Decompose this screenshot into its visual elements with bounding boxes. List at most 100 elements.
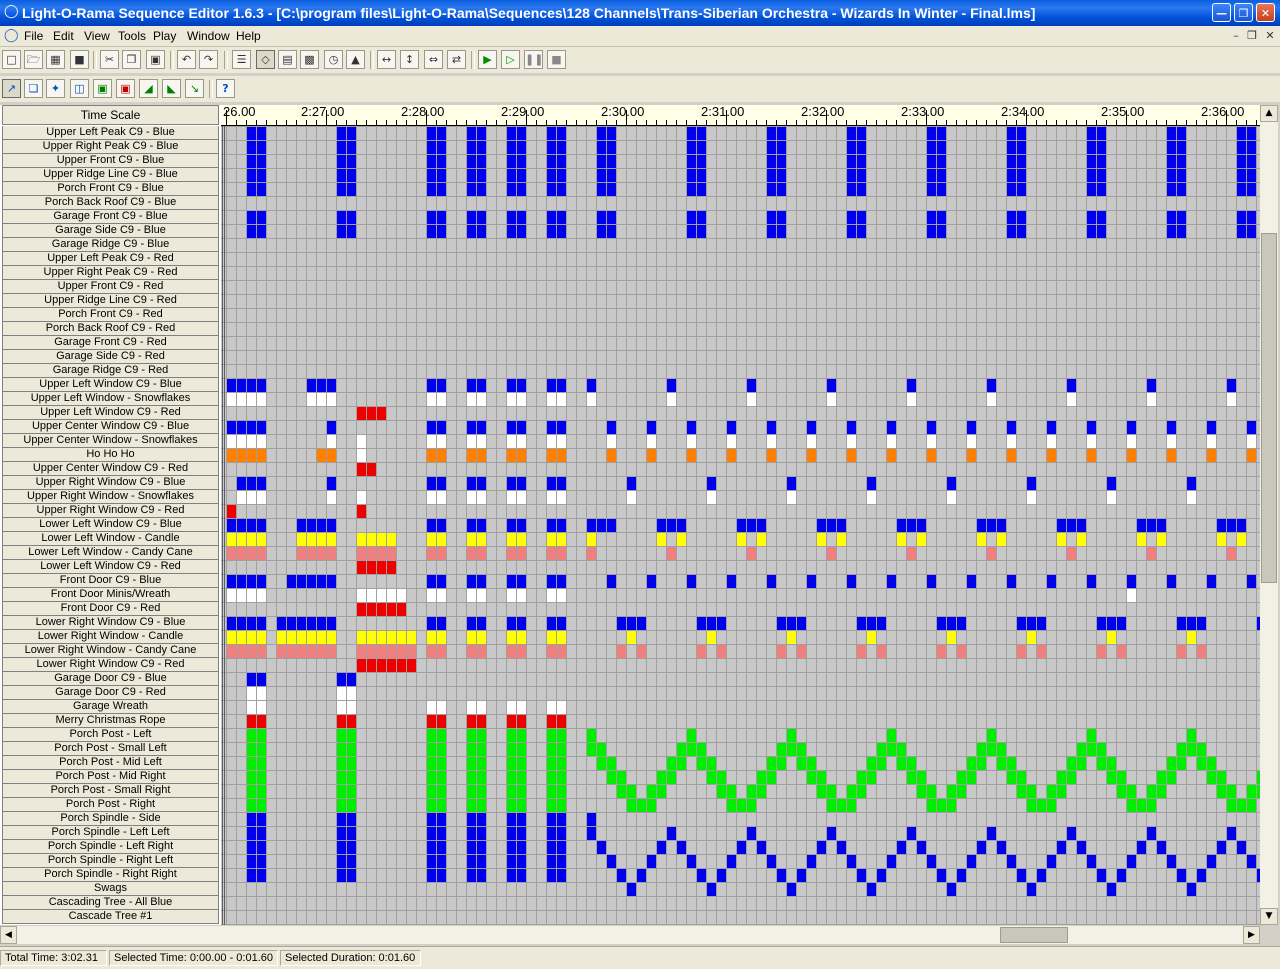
- minimize-button[interactable]: —: [1212, 3, 1231, 22]
- channel-row[interactable]: Cascade Tree #1: [2, 910, 219, 924]
- time-ruler[interactable]: 26.00 2:27.00 2:28.00 2:29.00 2:30.00 2:31.00…: [221, 105, 1260, 126]
- disabled-icon[interactable]: ■: [70, 50, 89, 69]
- channel-row[interactable]: Porch Post - Mid Left: [2, 756, 219, 770]
- channel-row[interactable]: Upper Center Window C9 - Blue: [2, 420, 219, 434]
- open-folder-icon[interactable]: 🗁: [24, 50, 43, 69]
- menu-window[interactable]: Window: [187, 29, 230, 43]
- mdi-close-button[interactable]: ✕: [1262, 29, 1278, 43]
- channel-row[interactable]: Upper Left Peak C9 - Blue: [2, 126, 219, 140]
- channel-row[interactable]: Porch Spindle - Right Right: [2, 868, 219, 882]
- channel-row[interactable]: Ho Ho Ho: [2, 448, 219, 462]
- sequence-grid[interactable]: [221, 126, 1260, 925]
- channel-row[interactable]: Porch Post - Left: [2, 728, 219, 742]
- scroll-left-button[interactable]: ◀: [0, 926, 17, 944]
- zoom-in-icon[interactable]: ↔: [377, 50, 396, 69]
- channel-row[interactable]: Garage Ridge C9 - Blue: [2, 238, 219, 252]
- channel-row[interactable]: Porch Front C9 - Blue: [2, 182, 219, 196]
- channel-row[interactable]: Garage Front C9 - Blue: [2, 210, 219, 224]
- close-button[interactable]: ✕: [1256, 3, 1275, 22]
- mdi-minimize-button[interactable]: –: [1228, 29, 1244, 43]
- pause-icon[interactable]: ❚❚: [524, 50, 543, 69]
- channel-row[interactable]: Porch Back Roof C9 - Blue: [2, 196, 219, 210]
- vertical-scrollbar[interactable]: ▲ ▼: [1260, 105, 1278, 925]
- channel-row[interactable]: Porch Spindle - Side: [2, 812, 219, 826]
- channel-row[interactable]: Porch Post - Small Right: [2, 784, 219, 798]
- menu-help[interactable]: Help: [236, 29, 261, 43]
- mdi-restore-button[interactable]: ❐: [1244, 29, 1260, 43]
- undo-icon[interactable]: ↶: [177, 50, 196, 69]
- channel-row[interactable]: Lower Right Window - Candle: [2, 630, 219, 644]
- channel-row[interactable]: Upper Right Peak C9 - Blue: [2, 140, 219, 154]
- tree-icon[interactable]: ▲: [346, 50, 365, 69]
- new-file-icon[interactable]: □: [2, 50, 21, 69]
- play-icon[interactable]: ▶: [478, 50, 497, 69]
- channel-row[interactable]: Porch Back Roof C9 - Red: [2, 322, 219, 336]
- scroll-down-button[interactable]: ▼: [1260, 908, 1278, 925]
- channel-row[interactable]: Upper Ridge Line C9 - Red: [2, 294, 219, 308]
- channel-row[interactable]: Upper Left Window C9 - Blue: [2, 378, 219, 392]
- scroll-right-button[interactable]: ▶: [1243, 926, 1260, 944]
- channel-row[interactable]: Porch Spindle - Left Left: [2, 826, 219, 840]
- channel-row[interactable]: Porch Front C9 - Red: [2, 308, 219, 322]
- channel-row[interactable]: Front Door C9 - Red: [2, 602, 219, 616]
- channel-row[interactable]: Upper Right Window C9 - Blue: [2, 476, 219, 490]
- sparkle-icon[interactable]: ✦: [46, 79, 65, 98]
- channel-row[interactable]: Lower Left Window - Candy Cane: [2, 546, 219, 560]
- channel-row[interactable]: Upper Left Peak C9 - Red: [2, 252, 219, 266]
- menu-view[interactable]: View: [84, 29, 110, 43]
- channel-row[interactable]: Lower Right Window C9 - Blue: [2, 616, 219, 630]
- ramp-up-icon[interactable]: ◢: [139, 79, 158, 98]
- channel-row[interactable]: Garage Wreath: [2, 700, 219, 714]
- cut-icon[interactable]: ✂: [100, 50, 119, 69]
- channel-row[interactable]: Garage Side C9 - Blue: [2, 224, 219, 238]
- channel-row[interactable]: Lower Right Window C9 - Red: [2, 658, 219, 672]
- restore-button[interactable]: ❐: [1234, 3, 1253, 22]
- help-icon[interactable]: ?: [216, 79, 235, 98]
- channel-row[interactable]: Cascading Tree - All Blue: [2, 896, 219, 910]
- channel-row[interactable]: Porch Spindle - Right Left: [2, 854, 219, 868]
- pointer-icon[interactable]: ↗: [2, 79, 21, 98]
- channel-row[interactable]: Lower Right Window - Candy Cane: [2, 644, 219, 658]
- channel-row[interactable]: Front Door C9 - Blue: [2, 574, 219, 588]
- channel-row[interactable]: Porch Post - Mid Right: [2, 770, 219, 784]
- channel-row[interactable]: Garage Front C9 - Red: [2, 336, 219, 350]
- time-scale-header[interactable]: Time Scale: [2, 105, 219, 125]
- menu-edit[interactable]: Edit: [53, 29, 74, 43]
- color-icon[interactable]: ▩: [300, 50, 319, 69]
- document-bulb-icon[interactable]: ◯: [4, 28, 19, 44]
- channel-row[interactable]: Garage Side C9 - Red: [2, 350, 219, 364]
- channel-row[interactable]: Upper Right Peak C9 - Red: [2, 266, 219, 280]
- channel-row[interactable]: Swags: [2, 882, 219, 896]
- channel-row[interactable]: Upper Ridge Line C9 - Blue: [2, 168, 219, 182]
- ramp-down-icon[interactable]: ◣: [162, 79, 181, 98]
- channel-row[interactable]: Upper Front C9 - Red: [2, 280, 219, 294]
- channel-row[interactable]: Upper Center Window - Snowflakes: [2, 434, 219, 448]
- zoom-center-icon[interactable]: ⇔: [424, 50, 443, 69]
- menu-tools[interactable]: Tools: [118, 29, 146, 43]
- film-icon[interactable]: ☰: [232, 50, 251, 69]
- channel-row[interactable]: Front Door Minis/Wreath: [2, 588, 219, 602]
- menu-file[interactable]: File: [24, 29, 43, 43]
- sequence-grid-area[interactable]: 26.00 2:27.00 2:28.00 2:29.00 2:30.00 2:31.00…: [221, 105, 1260, 925]
- channel-row[interactable]: Lower Left Window - Candle: [2, 532, 219, 546]
- channel-row[interactable]: Porch Post - Right: [2, 798, 219, 812]
- channel-row[interactable]: Upper Right Window C9 - Red: [2, 504, 219, 518]
- channel-row[interactable]: Merry Christmas Rope: [2, 714, 219, 728]
- channel-row[interactable]: Lower Left Window C9 - Red: [2, 560, 219, 574]
- channel-row[interactable]: Lower Left Window C9 - Blue: [2, 518, 219, 532]
- channel-row[interactable]: Upper Front C9 - Blue: [2, 154, 219, 168]
- channel-row[interactable]: Porch Spindle - Left Right: [2, 840, 219, 854]
- copy-icon[interactable]: ❐: [122, 50, 141, 69]
- zoom-fit-icon[interactable]: ↕: [400, 50, 419, 69]
- redo-icon[interactable]: ↷: [199, 50, 218, 69]
- grid-icon[interactable]: ▤: [278, 50, 297, 69]
- select-tool-icon[interactable]: ◇: [256, 50, 275, 69]
- clock-icon[interactable]: ◷: [324, 50, 343, 69]
- channel-row[interactable]: Garage Door C9 - Red: [2, 686, 219, 700]
- fade-icon[interactable]: ↘: [185, 79, 204, 98]
- off-icon[interactable]: ▣: [116, 79, 135, 98]
- zoom-out-icon[interactable]: ⇄: [447, 50, 466, 69]
- channel-row[interactable]: Upper Left Window - Snowflakes: [2, 392, 219, 406]
- play-from-icon[interactable]: ▷: [501, 50, 520, 69]
- channel-row[interactable]: Upper Center Window C9 - Red: [2, 462, 219, 476]
